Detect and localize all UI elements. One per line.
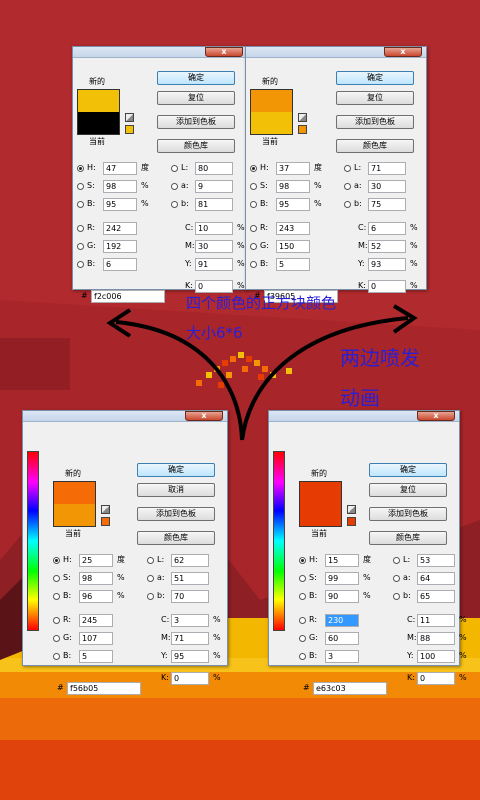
annotation-arrows <box>106 304 418 441</box>
annotation-burst: 两边喷发 <box>340 346 420 370</box>
annotation-animation: 动画 <box>340 386 380 410</box>
annotation-colors: 四个颜色的正方块颜色 <box>186 294 337 312</box>
annotation-size: 大小6*6 <box>186 324 243 342</box>
